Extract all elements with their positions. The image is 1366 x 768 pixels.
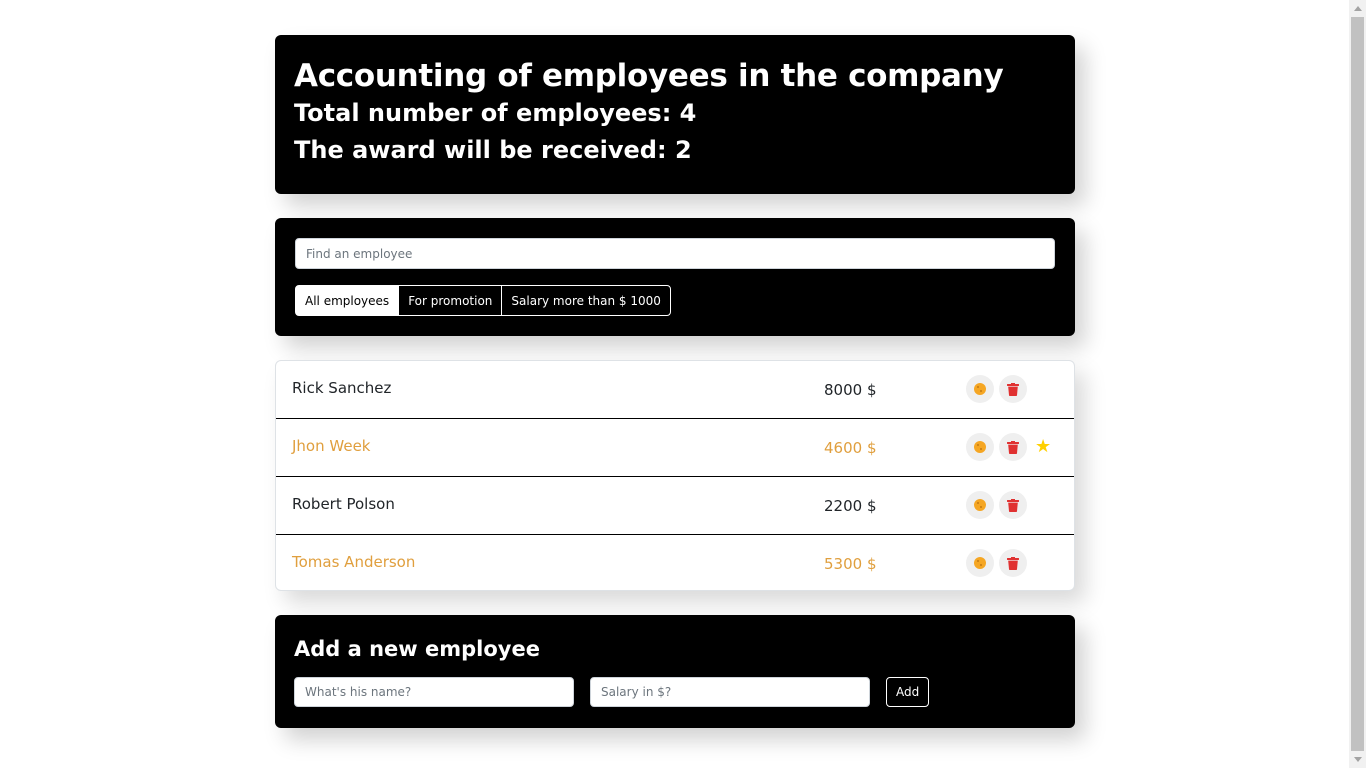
employees-list: Rick Sanchez 8000 $ Jhon Week 4600 $ ★ R… [275,360,1075,591]
employee-row: Tomas Anderson 5300 $ [276,535,1074,590]
trash-icon [1007,440,1019,454]
delete-button[interactable] [999,375,1027,403]
toggle-increase-button[interactable] [966,433,994,461]
star-icon: ★ [1035,436,1052,457]
cookie-icon [974,383,986,395]
toggle-increase-button[interactable] [966,375,994,403]
trash-icon [1007,498,1019,512]
toggle-increase-button[interactable] [966,549,994,577]
filter-promotion-button[interactable]: For promotion [398,285,503,316]
add-button[interactable]: Add [886,677,930,707]
cookie-icon [974,441,986,453]
delete-button[interactable] [999,491,1027,519]
cookie-icon [974,499,986,511]
page-title: Accounting of employees in the company [294,58,1004,94]
employee-salary[interactable]: 5300 $ [824,555,877,573]
employee-name[interactable]: Rick Sanchez [292,379,391,397]
cookie-icon [974,557,986,569]
page-scrollbar[interactable] [1349,0,1366,768]
filter-salary-button[interactable]: Salary more than $ 1000 [501,285,671,316]
employee-row: Jhon Week 4600 $ ★ [276,419,1074,477]
toggle-increase-button[interactable] [966,491,994,519]
app-page: Accounting of employees in the company T… [0,0,1366,768]
scroll-down-arrow-icon[interactable] [1349,751,1366,768]
filter-group: All employees For promotion Salary more … [295,285,1055,316]
search-input[interactable] [295,238,1055,269]
add-employee-title: Add a new employee [294,637,540,661]
name-input[interactable] [294,677,574,707]
employee-name[interactable]: Tomas Anderson [292,553,415,571]
scroll-up-arrow-icon[interactable] [1349,0,1366,17]
award-count-text: The award will be received: 2 [294,136,692,164]
filter-all-button[interactable]: All employees [295,285,400,316]
employee-salary[interactable]: 8000 $ [824,381,877,399]
add-employee-form: Add [294,677,1056,707]
total-employees-text: Total number of employees: 4 [294,99,697,127]
app-info-panel: Accounting of employees in the company T… [275,35,1075,194]
scroll-thumb[interactable] [1351,17,1364,751]
search-panel: All employees For promotion Salary more … [275,218,1075,336]
delete-button[interactable] [999,549,1027,577]
trash-icon [1007,382,1019,396]
add-employee-panel: Add a new employee Add [275,615,1075,728]
salary-input[interactable] [590,677,870,707]
employee-row: Robert Polson 2200 $ [276,477,1074,535]
trash-icon [1007,556,1019,570]
employee-name[interactable]: Jhon Week [292,437,370,455]
employee-row: Rick Sanchez 8000 $ [276,361,1074,419]
employee-salary[interactable]: 2200 $ [824,497,877,515]
delete-button[interactable] [999,433,1027,461]
employee-name[interactable]: Robert Polson [292,495,395,513]
employee-salary[interactable]: 4600 $ [824,439,877,457]
